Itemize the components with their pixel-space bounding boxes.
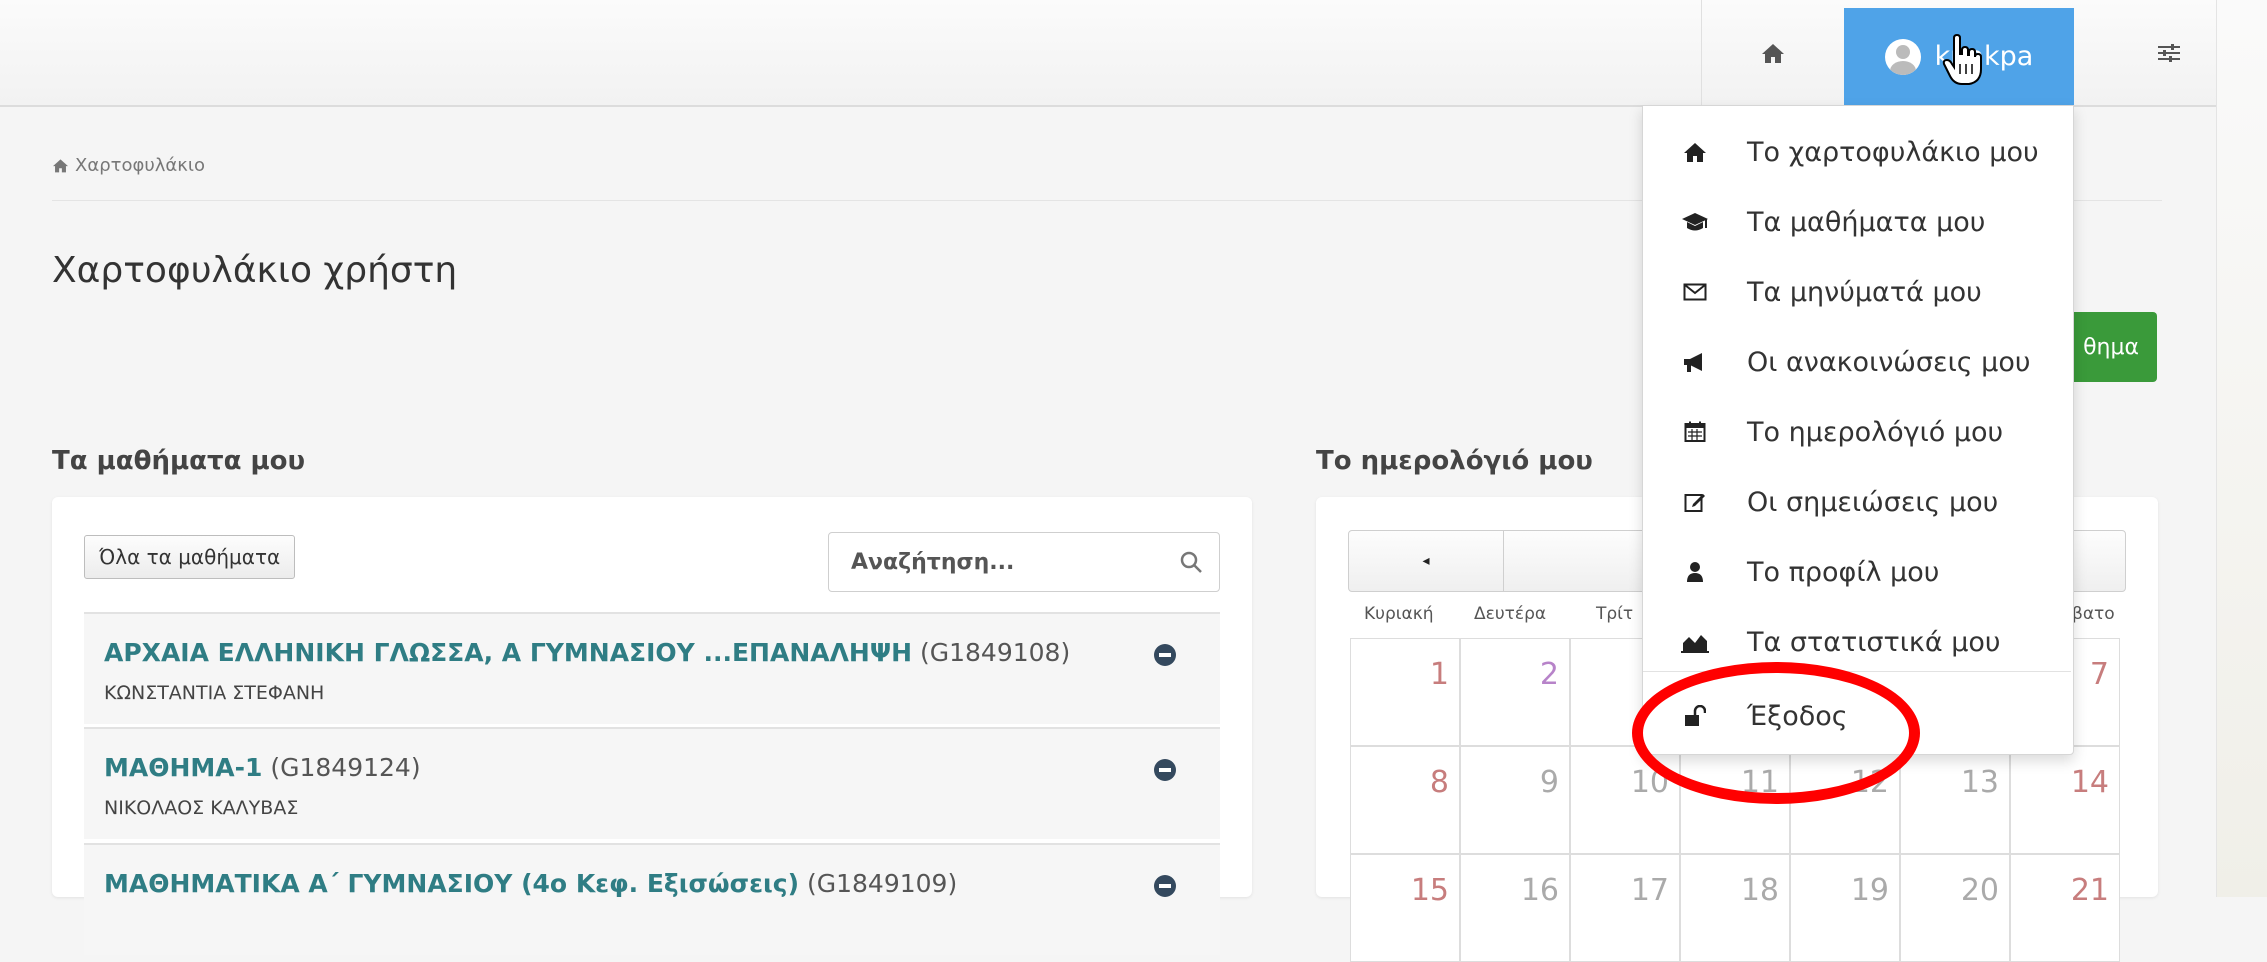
home-icon: [1762, 43, 1784, 63]
page-edge-strip: [2216, 0, 2267, 897]
menu-item-label: Οι ανακοινώσεις μου: [1747, 346, 2031, 378]
home-icon: [1684, 143, 1706, 162]
menu-item-messages[interactable]: Τα μηνύματά μου: [1643, 262, 2071, 322]
course-list-item[interactable]: ΜΑΘΗΜΑ-1 (G1849124) ΝΙΚΟΛΑΟΣ ΚΑΛΥΒΑΣ: [84, 727, 1220, 839]
calendar-weekday: Κυριακή: [1364, 604, 1434, 624]
envelope-icon: [1683, 283, 1707, 301]
graduation-cap-icon: [1682, 213, 1708, 231]
course-teacher: ΚΩΝΣΤΑΝΤΙΑ ΣΤΕΦΑΝΗ: [104, 682, 325, 704]
course-teacher: ΝΙΚΟΛΑΟΣ ΚΑΛΥΒΑΣ: [104, 797, 299, 819]
menu-item-label: Το χαρτοφυλάκιο μου: [1747, 136, 2039, 168]
page-title: Χαρτοφυλάκιο χρήστη: [52, 250, 458, 291]
menu-item-calendar[interactable]: Το ημερολόγιό μου: [1643, 402, 2071, 462]
calendar-day[interactable]: 21: [2010, 854, 2120, 962]
menu-item-logout[interactable]: Έξοδος: [1643, 686, 2071, 746]
breadcrumb-label: Χαρτοφυλάκιο: [75, 155, 205, 176]
all-courses-button[interactable]: Όλα τα μαθήματα: [84, 535, 296, 579]
calendar-day[interactable]: 13: [1900, 746, 2010, 854]
calendar-day[interactable]: 12: [1790, 746, 1900, 854]
breadcrumb[interactable]: Χαρτοφυλάκιο: [52, 155, 205, 176]
calendar-day[interactable]: 15: [1350, 854, 1460, 962]
course-title[interactable]: ΑΡΧΑΙΑ ΕΛΛΗΝΙΚΗ ΓΛΩΣΣΑ, Α ΓΥΜΝΑΣΙΟΥ ...Ε…: [104, 638, 1070, 667]
navbar-home-button[interactable]: [1702, 0, 1844, 105]
calendar-day[interactable]: 19: [1790, 854, 1900, 962]
menu-item-courses[interactable]: Τα μαθήματα μου: [1643, 192, 2071, 252]
menu-item-label: Οι σημειώσεις μου: [1747, 486, 1999, 518]
calendar-day[interactable]: 18: [1680, 854, 1790, 962]
menu-item-portfolio[interactable]: Το χαρτοφυλάκιο μου: [1643, 122, 2071, 182]
menu-item-label: Τα μαθήματα μου: [1747, 206, 1986, 238]
course-title[interactable]: ΜΑΘΗΜΑ-1 (G1849124): [104, 753, 421, 782]
calendar-day[interactable]: 9: [1460, 746, 1570, 854]
calendar-icon: [1684, 421, 1706, 442]
courses-section-title: Τα μαθήματα μου: [52, 446, 306, 476]
home-icon: [53, 159, 68, 173]
sliders-icon: [2158, 43, 2180, 62]
course-list-item[interactable]: ΑΡΧΑΙΑ ΕΛΛΗΝΙΚΗ ΓΛΩΣΣΑ, Α ΓΥΜΝΑΣΙΟΥ ...Ε…: [84, 612, 1220, 724]
calendar-day[interactable]: 1: [1350, 638, 1460, 746]
menu-item-announcements[interactable]: Οι ανακοινώσεις μου: [1643, 332, 2071, 392]
menu-item-statistics[interactable]: Τα στατιστικά μου: [1643, 612, 2071, 672]
bullhorn-icon: [1684, 353, 1702, 372]
calendar-prev-button[interactable]: ◂: [1349, 531, 1504, 591]
calendar-day[interactable]: 8: [1350, 746, 1460, 854]
calendar-day[interactable]: 11: [1680, 746, 1790, 854]
calendar-weekday: Τρίτ: [1596, 604, 1634, 624]
calendar-day[interactable]: 10: [1570, 746, 1680, 854]
hand-cursor-icon: [1942, 34, 1982, 85]
calendar-day[interactable]: 20: [1900, 854, 2010, 962]
unlock-icon: [1685, 705, 1706, 726]
menu-item-label: Έξοδος: [1747, 700, 1848, 732]
remove-course-icon[interactable]: [1154, 875, 1176, 897]
calendar-weekday: βατο: [2072, 604, 2115, 624]
calendar-day[interactable]: 16: [1460, 854, 1570, 962]
course-list-item[interactable]: ΜΑΘΗΜΑΤΙΚΑ Α΄ ΓΥΜΝΑΣΙΟΥ (4ο Κεφ. Εξισώσε…: [84, 843, 1220, 955]
top-navbar: kpakpa: [0, 0, 2267, 107]
menu-item-label: Το προφίλ μου: [1747, 556, 1940, 588]
menu-item-notes[interactable]: Οι σημειώσεις μου: [1643, 472, 2071, 532]
edit-icon: [1684, 494, 1705, 512]
search-button[interactable]: [1163, 550, 1219, 574]
menu-divider: [1643, 671, 2071, 672]
menu-item-profile[interactable]: Το προφίλ μου: [1643, 542, 2071, 602]
menu-item-label: Το ημερολόγιό μου: [1747, 416, 2004, 448]
calendar-day[interactable]: 17: [1570, 854, 1680, 962]
calendar-section-title: Το ημερολόγιό μου: [1316, 446, 1593, 476]
menu-item-label: Τα στατιστικά μου: [1747, 626, 2001, 658]
remove-course-icon[interactable]: [1154, 644, 1176, 666]
calendar-day[interactable]: 2: [1460, 638, 1570, 746]
search-icon: [1180, 551, 1202, 573]
user-dropdown-menu: Το χαρτοφυλάκιο μου Τα μαθήματα μου Τα μ…: [1642, 105, 2074, 755]
remove-course-icon[interactable]: [1154, 759, 1176, 781]
search-input[interactable]: [829, 532, 1163, 592]
course-search: [828, 532, 1220, 592]
area-chart-icon: [1681, 635, 1709, 653]
calendar-weekday: Δευτέρα: [1474, 604, 1547, 624]
menu-item-label: Τα μηνύματά μου: [1747, 276, 1982, 308]
user-icon: [1687, 562, 1703, 582]
avatar: [1884, 38, 1921, 75]
course-title[interactable]: ΜΑΘΗΜΑΤΙΚΑ Α΄ ΓΥΜΝΑΣΙΟΥ (4ο Κεφ. Εξισώσε…: [104, 869, 957, 898]
calendar-day[interactable]: 14: [2010, 746, 2120, 854]
